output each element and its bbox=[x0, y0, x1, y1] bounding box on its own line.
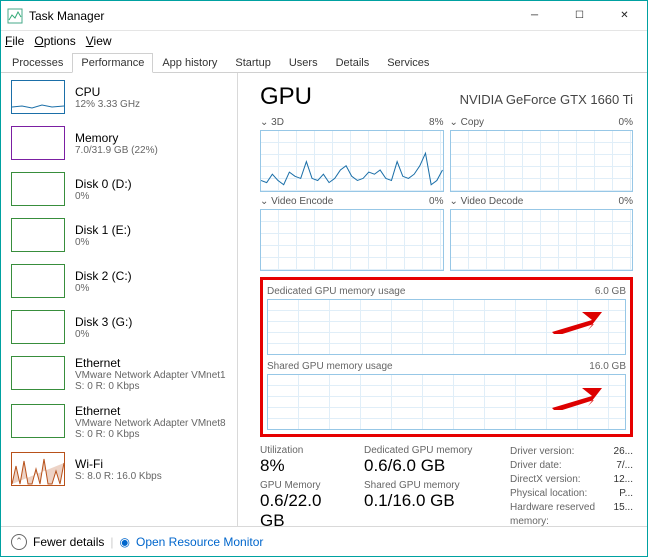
sidebar-item-disk0[interactable]: Disk 0 (D:)0% bbox=[3, 167, 235, 213]
maximize-button[interactable]: ☐ bbox=[557, 1, 602, 30]
stat-shared-mem: 0.1/16.0 GB bbox=[364, 491, 494, 511]
page-title: GPU bbox=[260, 83, 312, 111]
chevron-down-icon[interactable]: ⌄ bbox=[260, 196, 268, 207]
chart-copy[interactable] bbox=[450, 130, 634, 192]
sidebar-item-eth1[interactable]: EthernetVMware Network Adapter VMnet1S: … bbox=[3, 351, 235, 399]
stats: Utilization 8% GPU Memory 0.6/22.0 GB De… bbox=[260, 445, 633, 526]
fewer-details-link[interactable]: Fewer details bbox=[33, 535, 104, 549]
disk-thumb-icon bbox=[11, 264, 65, 298]
menu-file[interactable]: File bbox=[5, 34, 24, 48]
tabs: Processes Performance App history Startu… bbox=[1, 51, 647, 73]
wifi-thumb-icon bbox=[11, 452, 65, 486]
chart-dedicated-mem[interactable] bbox=[267, 299, 626, 355]
disk-thumb-icon bbox=[11, 218, 65, 252]
highlight-box: Dedicated GPU memory usage6.0 GB Shared … bbox=[260, 277, 633, 437]
stat-utilization: 8% bbox=[260, 456, 348, 476]
disk-thumb-icon bbox=[11, 310, 65, 344]
stat-gpu-memory: 0.6/22.0 GB bbox=[260, 491, 348, 526]
cpu-thumb-icon bbox=[11, 80, 65, 114]
tab-users[interactable]: Users bbox=[280, 53, 327, 73]
sidebar-item-memory[interactable]: Memory7.0/31.9 GB (22%) bbox=[3, 121, 235, 167]
chart-video-decode[interactable] bbox=[450, 209, 634, 271]
footer: ⌃ Fewer details | ◉ Open Resource Monito… bbox=[1, 526, 647, 556]
sidebar-item-disk3[interactable]: Disk 3 (G:)0% bbox=[3, 305, 235, 351]
chevron-down-icon[interactable]: ⌄ bbox=[450, 117, 458, 128]
chevron-down-icon[interactable]: ⌄ bbox=[450, 196, 458, 207]
tab-app-history[interactable]: App history bbox=[153, 53, 226, 73]
content: CPU12% 3.33 GHz Memory7.0/31.9 GB (22%) … bbox=[1, 73, 647, 526]
window-title: Task Manager bbox=[29, 9, 512, 23]
tab-performance[interactable]: Performance bbox=[72, 53, 153, 73]
chart-shared-mem[interactable] bbox=[267, 374, 626, 430]
ethernet-thumb-icon bbox=[11, 404, 65, 438]
menu-view[interactable]: View bbox=[86, 34, 112, 48]
menubar: File Options View bbox=[1, 31, 647, 51]
tab-details[interactable]: Details bbox=[327, 53, 379, 73]
main-panel: GPU NVIDIA GeForce GTX 1660 Ti ⌄ 3D8% ⌄ … bbox=[238, 73, 647, 526]
collapse-icon[interactable]: ⌃ bbox=[11, 534, 27, 550]
open-resource-monitor-link[interactable]: Open Resource Monitor bbox=[136, 535, 263, 549]
sidebar[interactable]: CPU12% 3.33 GHz Memory7.0/31.9 GB (22%) … bbox=[1, 73, 238, 526]
memory-thumb-icon bbox=[11, 126, 65, 160]
chart-3d[interactable] bbox=[260, 130, 444, 192]
tab-services[interactable]: Services bbox=[378, 53, 438, 73]
disk-thumb-icon bbox=[11, 172, 65, 206]
tab-processes[interactable]: Processes bbox=[3, 53, 72, 73]
titlebar[interactable]: Task Manager ─ ☐ ✕ bbox=[1, 1, 647, 31]
tab-startup[interactable]: Startup bbox=[226, 53, 279, 73]
ethernet-thumb-icon bbox=[11, 356, 65, 390]
sidebar-item-disk2[interactable]: Disk 2 (C:)0% bbox=[3, 259, 235, 305]
app-icon bbox=[7, 8, 23, 24]
sidebar-item-wifi[interactable]: Wi-FiS: 8.0 R: 16.0 Kbps bbox=[3, 447, 235, 493]
resource-monitor-icon: ◉ bbox=[120, 535, 130, 549]
task-manager-window: Task Manager ─ ☐ ✕ File Options View Pro… bbox=[0, 0, 648, 557]
device-name: NVIDIA GeForce GTX 1660 Ti bbox=[460, 92, 633, 107]
sidebar-item-eth2[interactable]: EthernetVMware Network Adapter VMnet8S: … bbox=[3, 399, 235, 447]
stat-dedicated-mem: 0.6/6.0 GB bbox=[364, 456, 494, 476]
sidebar-item-disk1[interactable]: Disk 1 (E:)0% bbox=[3, 213, 235, 259]
sidebar-item-cpu[interactable]: CPU12% 3.33 GHz bbox=[3, 75, 235, 121]
menu-options[interactable]: Options bbox=[34, 34, 75, 48]
close-button[interactable]: ✕ bbox=[602, 1, 647, 30]
chevron-down-icon[interactable]: ⌄ bbox=[260, 117, 268, 128]
minimize-button[interactable]: ─ bbox=[512, 1, 557, 30]
chart-video-encode[interactable] bbox=[260, 209, 444, 271]
